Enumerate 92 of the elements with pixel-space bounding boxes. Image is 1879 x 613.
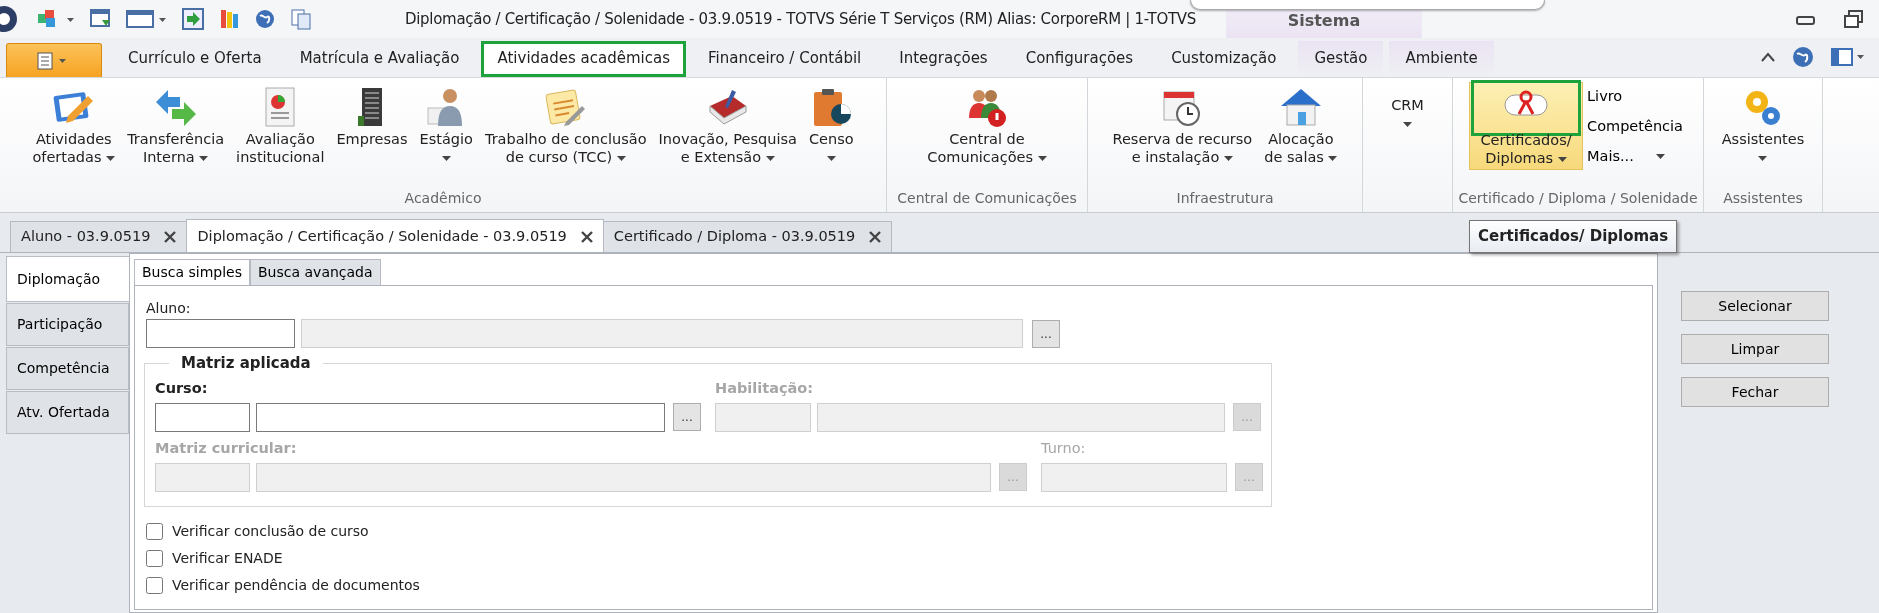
app-menu-button[interactable]: [6, 43, 102, 77]
ribbon-button[interactable]: Avaliação institucional: [230, 82, 331, 168]
ribbon-button[interactable]: Censo: [802, 82, 860, 168]
notepad-icon: [543, 86, 588, 128]
ribbon-button[interactable]: Mais...: [1583, 143, 1687, 170]
checkbox[interactable]: [146, 522, 163, 540]
ribbon-button[interactable]: Central de Comunicações: [921, 82, 1053, 168]
ribbon-button[interactable]: Empresas: [330, 82, 414, 150]
caret-icon: [1223, 155, 1233, 161]
group-title: Matriz aplicada: [180, 354, 312, 372]
ribbon-tab[interactable]: Matrícula e Avaliação: [283, 40, 476, 77]
window-download-icon[interactable]: [90, 8, 112, 30]
globe-icon[interactable]: [254, 8, 276, 30]
caret-icon: [616, 155, 626, 161]
cubes-icon[interactable]: [36, 8, 76, 30]
checkbox[interactable]: [146, 549, 163, 567]
document-tab[interactable]: Certificado / Diploma - 03.9.0519: [602, 221, 893, 252]
ribbon-button[interactable]: Competência: [1583, 113, 1687, 140]
group-label: Certificado / Diploma / Solenidade: [1458, 190, 1698, 206]
ribbon-tab[interactable]: Currículo e Oferta: [112, 40, 278, 77]
caret-icon: [1403, 121, 1412, 127]
checkbox-label: Verificar conclusão de curso: [172, 521, 369, 541]
tab-label[interactable]: Aluno - 03.9.0519: [21, 226, 151, 248]
lookup-button[interactable]: ...: [1032, 319, 1060, 348]
lookup-button[interactable]: ...: [673, 403, 701, 432]
input-field[interactable]: [146, 319, 295, 348]
group-label: Infraestrutura: [1176, 190, 1274, 206]
ribbon-button[interactable]: Inovação, Pesquisa e Extensão: [652, 82, 803, 168]
document-tab[interactable]: Diplomação / Certificação / Solenidade - 03.9.0519: [186, 219, 604, 252]
copy-icon[interactable]: [290, 8, 312, 30]
caret-icon: [1328, 155, 1338, 161]
ribbon-tab[interactable]: Integrações: [883, 40, 1004, 77]
side-tab[interactable]: Atv. Ofertada: [6, 391, 129, 434]
close-icon[interactable]: [580, 231, 593, 244]
ribbon-tab[interactable]: Customização: [1155, 40, 1293, 77]
checkbox-label: Verificar pendência de documentos: [172, 575, 420, 595]
action-button[interactable]: Selecionar: [1681, 291, 1829, 321]
caret-icon: [1758, 155, 1768, 161]
collapse-icon[interactable]: [1761, 52, 1775, 62]
group-label: Acadêmico: [404, 190, 482, 206]
ribbon-button[interactable]: Transferência Interna: [121, 82, 231, 168]
field-label: Aluno:: [146, 300, 192, 316]
caret-icon: [1655, 153, 1665, 159]
caret-icon: [106, 155, 116, 161]
input-field[interactable]: [155, 402, 250, 432]
action-button[interactable]: Limpar: [1681, 334, 1829, 364]
ribbon-tab[interactable]: Financeiro / Contábil: [692, 40, 878, 77]
ribbon-button[interactable]: Livro: [1583, 84, 1687, 110]
caret-icon: [441, 155, 451, 161]
input-field[interactable]: [256, 402, 665, 432]
field-label: Curso:: [155, 379, 209, 398]
ribbon-button[interactable]: Reserva de recurso e instalação: [1106, 82, 1259, 168]
document-tab[interactable]: Aluno - 03.9.0519: [10, 221, 188, 252]
close-icon[interactable]: [869, 231, 882, 244]
side-tab[interactable]: Diplomação: [6, 256, 129, 302]
group-label: Central de Comunicações: [897, 190, 1077, 206]
group-label: Assistentes: [1723, 190, 1803, 206]
search-tab[interactable]: Busca simples: [134, 259, 250, 285]
search-tab[interactable]: Busca avançada: [250, 259, 381, 285]
restore-icon[interactable]: [1843, 9, 1865, 29]
field-label: Habilitação:: [715, 379, 815, 398]
ribbon-tab[interactable]: Configurações: [1009, 40, 1150, 77]
arrow-box-icon[interactable]: [182, 8, 204, 30]
caret-icon: [199, 155, 209, 161]
ribbon-button[interactable]: Atividades ofertadas: [26, 82, 122, 168]
caret-icon: [1037, 155, 1047, 161]
action-button[interactable]: Fechar: [1681, 377, 1829, 407]
ribbon-button[interactable]: Certificados/ Diplomas: [1469, 82, 1584, 170]
ribbon-button[interactable]: Trabalho de conclusão de curso (TCC): [478, 82, 653, 168]
window-icon[interactable]: [126, 8, 168, 30]
caret-icon: [765, 155, 775, 161]
caret-icon: [826, 155, 836, 161]
ribbon-button[interactable]: Alocação de salas: [1258, 82, 1344, 168]
ribbon-tab[interactable]: Atividades acadêmicas: [481, 40, 687, 77]
side-tab[interactable]: Competência: [6, 347, 129, 390]
tab-label[interactable]: Diplomação / Certificação / Solenidade - 03.9.0519: [197, 226, 567, 248]
globe-icon[interactable]: [1791, 45, 1815, 69]
close-icon[interactable]: [164, 231, 177, 244]
ribbon-button[interactable]: CRM: [1385, 82, 1430, 134]
tab-label[interactable]: Certificado / Diploma - 03.9.0519: [613, 226, 856, 248]
side-tab[interactable]: Participação: [6, 303, 129, 346]
checkbox[interactable]: [146, 576, 163, 594]
window-title: Diplomação / Certificação / Solenidade - 03.9.0519 - TOTVS Série T Serviços (RM) Alias: CorporeRM | 1-TOTVS: [405, 8, 1196, 30]
ribbon-button[interactable]: Assistentes: [1715, 82, 1811, 168]
ribbon-button[interactable]: Estágio: [413, 82, 479, 168]
field-label: Turno:: [1041, 438, 1087, 458]
checkbox-label: Verificar ENADE: [172, 548, 283, 568]
caret-icon: [1557, 156, 1567, 162]
field-label: Matriz curricular:: [155, 438, 298, 458]
grip-handle[interactable]: [1190, 0, 1545, 10]
layout-icon[interactable]: [1831, 47, 1865, 67]
tooltip: Certificados/ Diplomas: [1469, 220, 1678, 253]
